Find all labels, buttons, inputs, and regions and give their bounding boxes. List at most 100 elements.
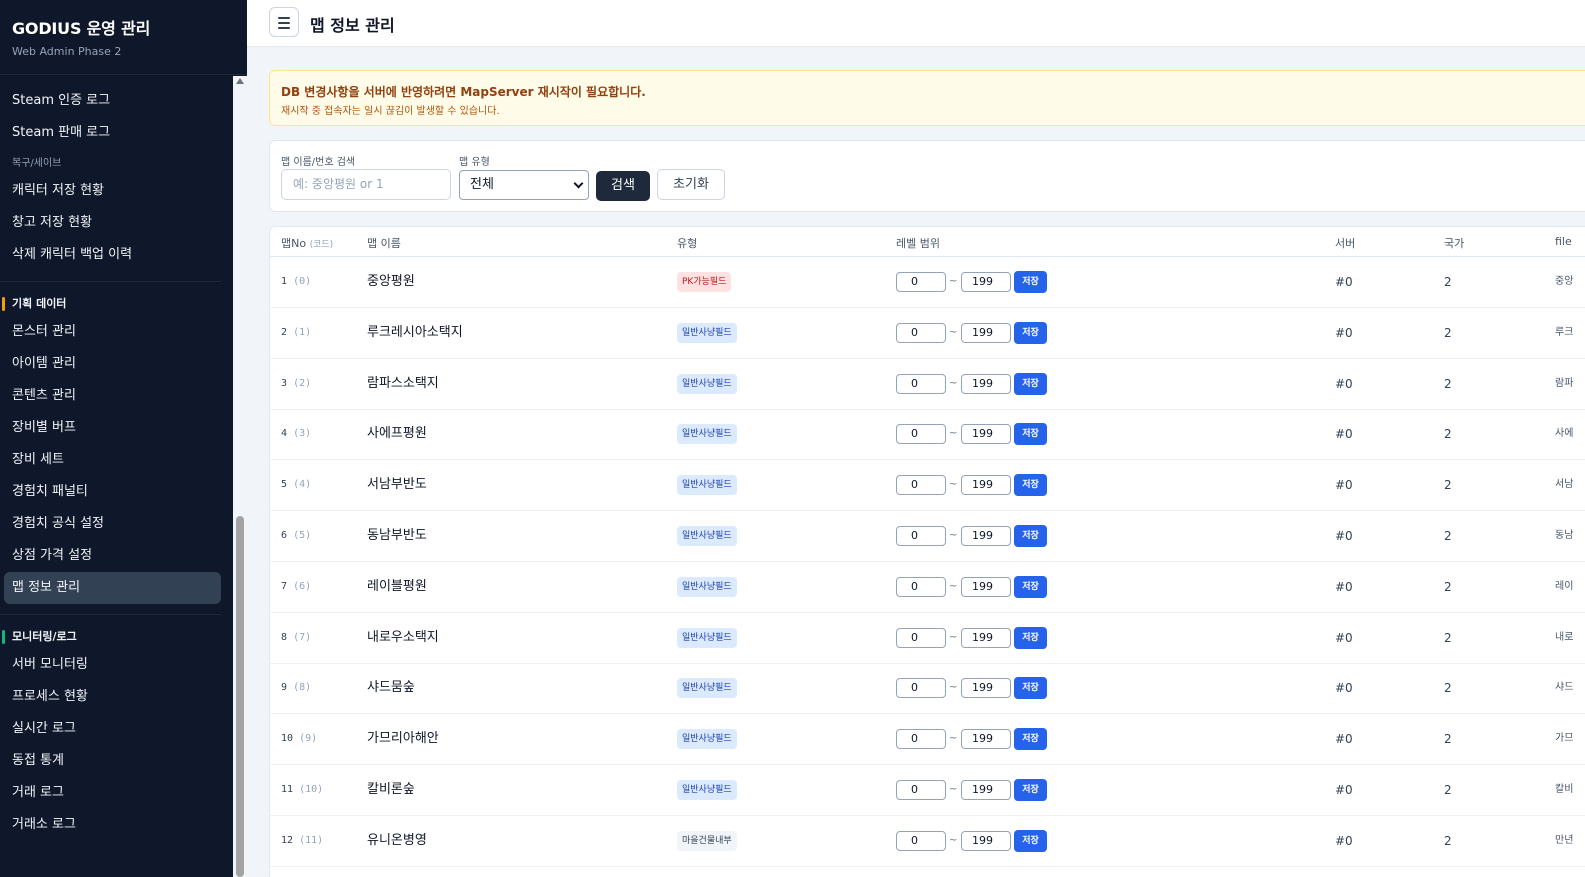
sidebar-item-steam-auth-log[interactable]: Steam 인증 로그 — [0, 85, 233, 117]
map-server: #0 — [1335, 478, 1353, 493]
map-no: 4 (3) — [281, 409, 311, 459]
menu-toggle-button[interactable] — [269, 7, 299, 37]
search-button[interactable]: 검색 — [596, 171, 650, 201]
sidebar-nav: Steam 인증 로그 Steam 판매 로그 복구/세이브 캐릭터 저장 현황… — [0, 76, 233, 877]
header-file[interactable]: file — [1555, 235, 1572, 248]
filter-panel: 맵 이름/번호 검색 예: 중앙평원 or 1 맵 유형 전체 검색 초기화 — [269, 140, 1585, 212]
search-input[interactable]: 예: 중앙평원 or 1 — [281, 169, 451, 200]
table-row: 1 (0) 중앙평원 PK가능필드 0 ~199 저장 #0 2 중앙 — [270, 257, 1585, 308]
map-table: 맵No (코드) 맵 이름 유형 레벨 범위 서버 국가 file 1 (0) 중… — [269, 226, 1585, 877]
map-file: 만년 — [1555, 834, 1574, 846]
level-max-input[interactable]: 199 — [961, 373, 1011, 394]
save-button[interactable]: 저장 — [1014, 423, 1047, 446]
save-button[interactable]: 저장 — [1014, 372, 1047, 395]
sidebar-item-content[interactable]: 콘텐츠 관리 — [0, 380, 233, 412]
level-max-input[interactable]: 199 — [961, 780, 1011, 800]
save-button[interactable]: 저장 — [1014, 677, 1047, 700]
level-min-input[interactable]: 0 — [896, 780, 946, 800]
sidebar-item-equipment-buff[interactable]: 장비별 버프 — [0, 412, 233, 444]
map-file: 칼비 — [1555, 784, 1574, 795]
save-button[interactable]: 저장 — [1014, 779, 1047, 801]
level-min-input[interactable]: 0 — [896, 576, 946, 597]
level-min-input[interactable]: 0 — [896, 272, 946, 292]
map-no-value: 10 — [281, 733, 294, 745]
level-max-input[interactable]: 199 — [961, 424, 1011, 445]
sidebar-item-map-info[interactable]: 맵 정보 관리 — [4, 572, 221, 604]
level-max-input[interactable]: 199 — [961, 475, 1011, 496]
map-code: (10) — [299, 784, 324, 795]
level-min-input[interactable]: 0 — [896, 678, 946, 699]
header-type[interactable]: 유형 — [677, 235, 697, 251]
sidebar-item-ccu-stats[interactable]: 동접 통계 — [0, 745, 233, 777]
map-no: 9 (8) — [281, 663, 311, 713]
sidebar-item-equipment-set[interactable]: 장비 세트 — [0, 444, 233, 476]
map-no-value: 5 — [281, 479, 288, 491]
map-no: 7 (6) — [281, 562, 311, 612]
map-no: 12 (11) — [281, 816, 323, 866]
restart-alert: DB 변경사항을 서버에 반영하려면 MapServer 재시작이 필요합니다.… — [269, 70, 1585, 126]
sidebar-item-exchange-log[interactable]: 거래소 로그 — [0, 809, 233, 841]
level-min-input[interactable]: 0 — [896, 627, 946, 648]
save-button[interactable]: 저장 — [1014, 575, 1047, 598]
header-server[interactable]: 서버 — [1335, 235, 1355, 251]
type-label: 맵 유형 — [459, 157, 490, 168]
sidebar-item-trade-log[interactable]: 거래 로그 — [0, 777, 233, 809]
map-no: 2 (1) — [281, 308, 311, 358]
map-type-badge: PK가능필드 — [677, 272, 732, 292]
level-max-input[interactable]: 199 — [961, 678, 1011, 699]
sidebar-scrollbar[interactable] — [233, 76, 247, 877]
map-server: #0 — [1335, 630, 1353, 645]
sidebar-item-character-save[interactable]: 캐릭터 저장 현황 — [0, 175, 233, 207]
level-min-input[interactable]: 0 — [896, 475, 946, 496]
level-max-input[interactable]: 199 — [961, 830, 1011, 851]
level-range-tilde: ~ — [949, 479, 958, 491]
scroll-thumb[interactable] — [236, 516, 244, 877]
save-button[interactable]: 저장 — [1014, 271, 1047, 293]
level-min-input[interactable]: 0 — [896, 526, 946, 546]
level-min-input[interactable]: 0 — [896, 830, 946, 851]
level-max-input[interactable]: 199 — [961, 322, 1011, 343]
level-range-tilde: ~ — [949, 428, 958, 440]
save-button[interactable]: 저장 — [1014, 626, 1047, 649]
level-min-input[interactable]: 0 — [896, 729, 946, 750]
save-button[interactable]: 저장 — [1014, 474, 1047, 497]
save-button[interactable]: 저장 — [1014, 829, 1047, 852]
map-no-value: 1 — [281, 276, 288, 287]
map-type-select[interactable]: 전체 — [459, 170, 589, 200]
level-range-tilde: ~ — [949, 276, 958, 287]
save-button[interactable]: 저장 — [1014, 525, 1047, 547]
level-max-input[interactable]: 199 — [961, 729, 1011, 750]
map-name: 레이블평원 — [367, 578, 427, 594]
map-file: 레이 — [1555, 580, 1574, 592]
sidebar-item-exp-penalty[interactable]: 경험치 패널티 — [0, 476, 233, 508]
sidebar-item-realtime-log[interactable]: 실시간 로그 — [0, 713, 233, 745]
scroll-up-arrow-icon[interactable] — [236, 78, 244, 84]
level-min-input[interactable]: 0 — [896, 424, 946, 445]
save-button[interactable]: 저장 — [1014, 321, 1047, 344]
sidebar-item-item[interactable]: 아이템 관리 — [0, 348, 233, 380]
sidebar-item-deleted-character-backup[interactable]: 삭제 캐릭터 백업 이력 — [0, 239, 233, 271]
sidebar-item-steam-sales-log[interactable]: Steam 판매 로그 — [0, 117, 233, 149]
map-country: 2 — [1444, 275, 1452, 289]
header-country[interactable]: 국가 — [1444, 235, 1464, 251]
level-max-input[interactable]: 199 — [961, 576, 1011, 597]
reset-button[interactable]: 초기화 — [657, 169, 725, 200]
save-button[interactable]: 저장 — [1014, 728, 1047, 751]
header-level[interactable]: 레벨 범위 — [896, 235, 940, 251]
sidebar-item-warehouse-save[interactable]: 창고 저장 현황 — [0, 207, 233, 239]
sidebar-item-shop-price[interactable]: 상점 가격 설정 — [0, 540, 233, 572]
sidebar-item-monster[interactable]: 몬스터 관리 — [0, 316, 233, 348]
level-max-input[interactable]: 199 — [961, 526, 1011, 546]
sidebar-group-monitoring: 모니터링/로그 — [0, 625, 233, 649]
map-type-badge: 일반사냥필드 — [677, 729, 737, 750]
sidebar-item-process-status[interactable]: 프로세스 현황 — [0, 681, 233, 713]
level-range-tilde: ~ — [949, 631, 958, 643]
header-no[interactable]: 맵No (코드) — [281, 235, 333, 251]
level-max-input[interactable]: 199 — [961, 627, 1011, 648]
sidebar-item-exp-formula[interactable]: 경험치 공식 설정 — [0, 508, 233, 540]
level-min-input[interactable]: 0 — [896, 373, 946, 394]
header-name[interactable]: 맵 이름 — [367, 235, 401, 251]
level-max-input[interactable]: 199 — [961, 272, 1011, 292]
sidebar-item-server-monitoring[interactable]: 서버 모니터링 — [0, 649, 233, 681]
level-min-input[interactable]: 0 — [896, 322, 946, 343]
